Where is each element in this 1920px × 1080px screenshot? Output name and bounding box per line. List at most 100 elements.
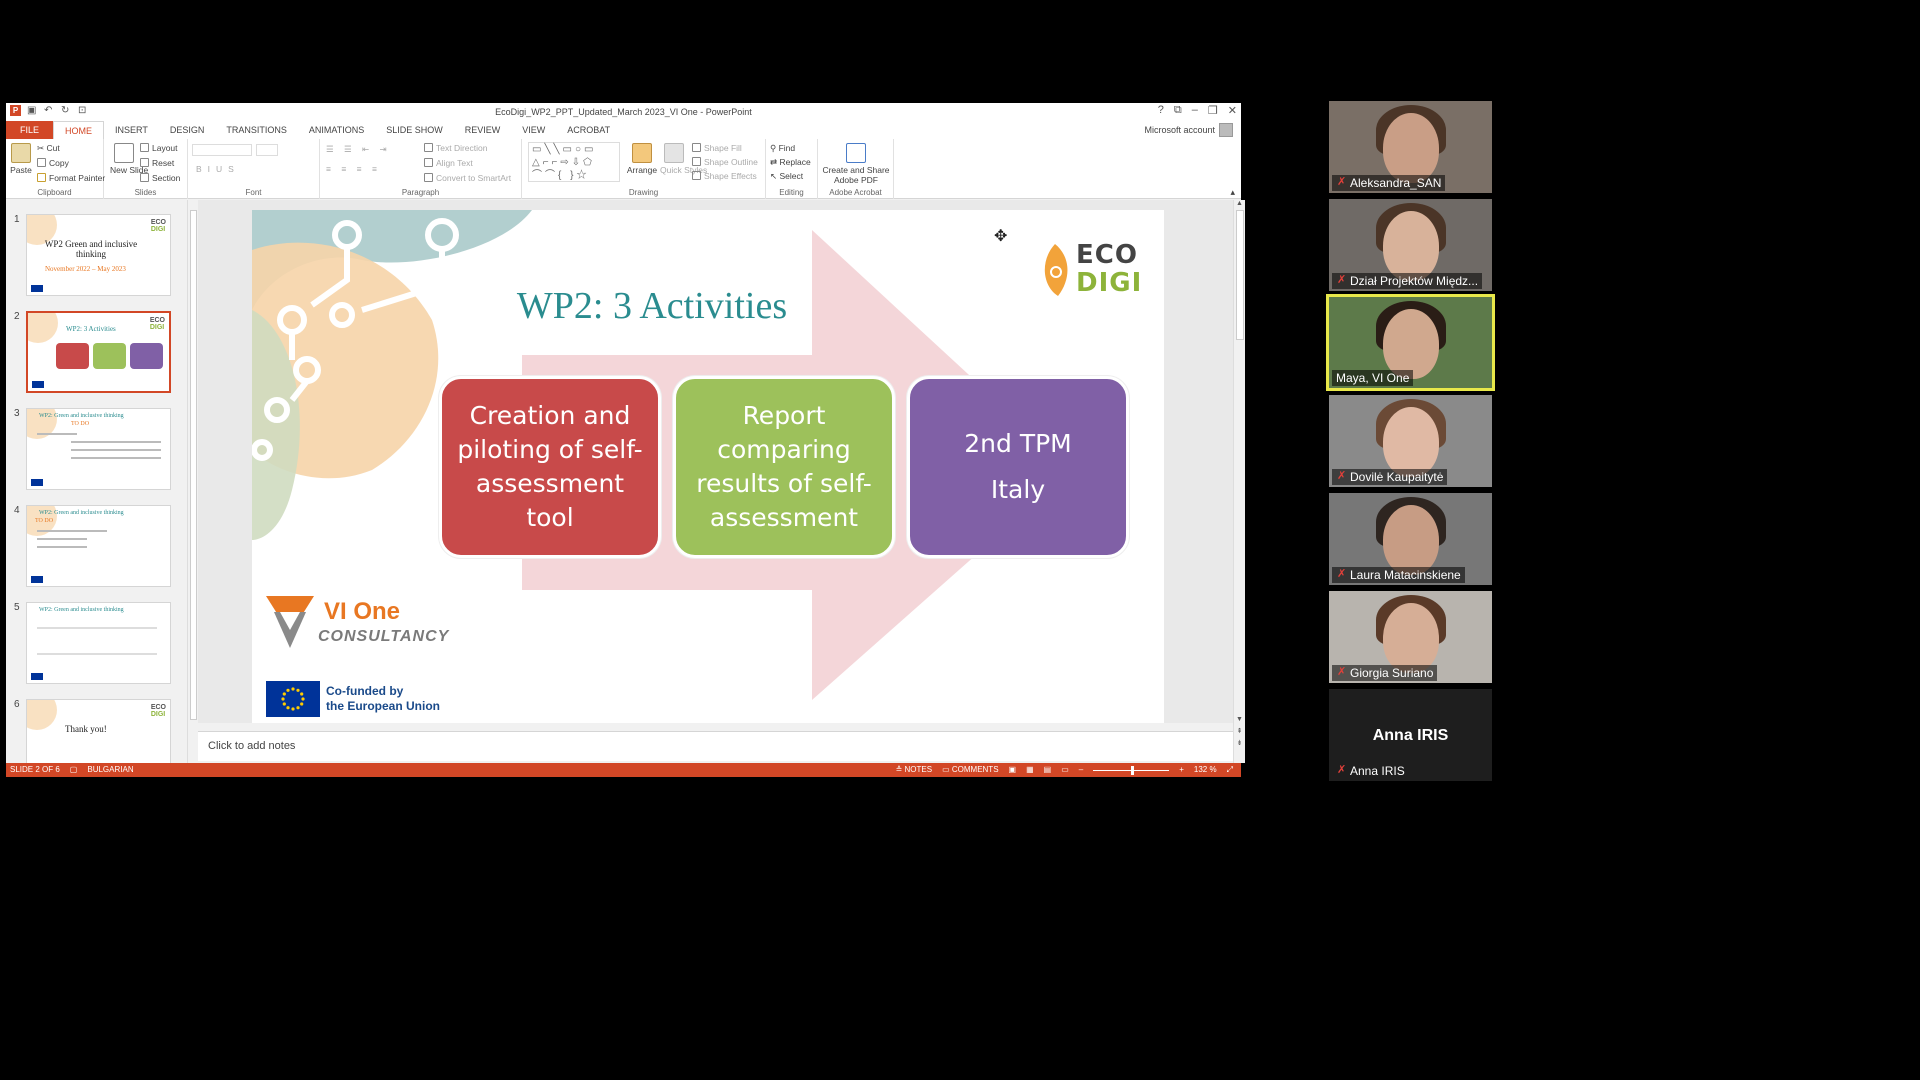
tab-animations[interactable]: ANIMATIONS [298, 121, 375, 139]
account-menu[interactable]: Microsoft account [1144, 123, 1241, 137]
align-buttons[interactable]: ≡ ≡ ≡ ≡ [326, 164, 381, 174]
reading-view-icon[interactable]: ▤ [1044, 763, 1052, 777]
shape-effects-button[interactable]: Shape Effects [692, 171, 757, 181]
account-avatar [1219, 123, 1233, 137]
shape-outline-button[interactable]: Shape Outline [692, 157, 758, 167]
tab-file[interactable]: FILE [6, 121, 54, 139]
quick-styles-button[interactable]: Quick Styles [660, 143, 707, 175]
tab-view[interactable]: VIEW [511, 121, 556, 139]
activity-box-tpm[interactable]: 2nd TPM Italy [907, 376, 1129, 558]
replace-button[interactable]: ⇄ Replace [770, 157, 811, 168]
arrange-icon [632, 143, 652, 163]
restore-icon[interactable]: ❐ [1208, 104, 1218, 117]
ribbon-display-options-icon[interactable]: ⧉ [1174, 104, 1182, 117]
tab-transitions[interactable]: TRANSITIONS [215, 121, 298, 139]
spellcheck-icon[interactable]: ▢ [70, 763, 78, 777]
normal-view-icon[interactable]: ▣ [1009, 763, 1017, 777]
zoom-in-icon[interactable]: + [1179, 763, 1184, 777]
account-label: Microsoft account [1144, 125, 1215, 135]
participant-tile[interactable]: ✗ Dovilė Kaupaitytė [1329, 395, 1492, 487]
cut-button[interactable]: ✂ Cut [37, 143, 60, 154]
muted-mic-icon: ✗ [1337, 274, 1347, 286]
create-pdf-button[interactable]: Create and Share Adobe PDF [822, 143, 890, 185]
notes-button[interactable]: ≙ NOTES [896, 763, 933, 777]
slide-thumbnail-5[interactable]: WP2: Green and inclusive thinking [26, 602, 171, 684]
select-button[interactable]: ↖ Select [770, 171, 803, 182]
scrollbar-thumb[interactable] [1236, 210, 1244, 340]
layout-button[interactable]: Layout [140, 143, 178, 153]
slide-thumbnail-6[interactable]: ECO DIGI Thank you! [26, 699, 171, 763]
tab-home[interactable]: HOME [53, 121, 105, 139]
tab-slide-show[interactable]: SLIDE SHOW [375, 121, 454, 139]
slideshow-view-icon[interactable]: ▭ [1061, 763, 1069, 777]
activity-box-report[interactable]: Report comparing results of self- assess… [673, 376, 895, 558]
participant-name-tag: ✗ Giorgia Suriano [1332, 665, 1438, 681]
participant-video-face [1382, 211, 1439, 281]
copy-button[interactable]: Copy [37, 158, 69, 168]
tab-acrobat[interactable]: ACROBAT [556, 121, 621, 139]
scroll-up-icon[interactable]: ▲ [1236, 200, 1243, 207]
tab-insert[interactable]: INSERT [104, 121, 159, 139]
align-text-button[interactable]: Align Text [424, 158, 473, 168]
zoom-out-icon[interactable]: – [1079, 763, 1083, 777]
text-direction-button[interactable]: Text Direction [424, 143, 488, 153]
find-button[interactable]: ⚲ Find [770, 143, 795, 154]
collapse-ribbon-icon[interactable]: ▴ [1230, 187, 1235, 198]
reset-button[interactable]: Reset [140, 158, 174, 168]
slide-canvas[interactable]: WP2: 3 Activities Creation and piloting … [252, 210, 1164, 723]
convert-smartart-button[interactable]: Convert to SmartArt [424, 173, 511, 183]
section-button[interactable]: Section [140, 173, 180, 183]
clipboard-group-label: Clipboard [37, 188, 72, 197]
participant-tile[interactable]: ✗ Laura Matacinskiene [1329, 493, 1492, 585]
scroll-down-icon[interactable]: ▼ [1234, 716, 1245, 723]
participant-tile[interactable]: ✗ Dział Projektów Międz... [1329, 199, 1492, 291]
zoom-slider[interactable] [1093, 765, 1170, 775]
slide-thumbnail-4[interactable]: WP2: Green and inclusive thinking TO DO [26, 505, 171, 587]
cut-label: Cut [46, 143, 60, 153]
slide-thumbnail-2[interactable]: ECO DIGI WP2: 3 Activities [26, 311, 171, 393]
bullet-buttons[interactable]: ☰ ☰ ⇤ ⇥ [326, 144, 391, 155]
slide-title[interactable]: WP2: 3 Activities [452, 284, 852, 328]
arrange-button[interactable]: Arrange [626, 143, 658, 175]
paste-button[interactable]: Paste [10, 143, 32, 175]
participant-tile[interactable]: ✗ Giorgia Suriano [1329, 591, 1492, 683]
slide-sorter-icon[interactable]: ▦ [1026, 763, 1034, 777]
font-size-select[interactable] [256, 144, 278, 156]
thumb-subtitle: November 2022 – May 2023 [45, 265, 126, 273]
eu-text-line-1: Co-funded by [326, 684, 404, 698]
activity-box-self-assessment-tool[interactable]: Creation and piloting of self- assessmen… [439, 376, 661, 558]
help-icon[interactable]: ? [1158, 104, 1164, 117]
ribbon-tabs: FILE HOME INSERT DESIGN TRANSITIONS ANIM… [6, 121, 1241, 139]
slide-scrollbar[interactable]: ▲ ▼ ⇞ ⇟ [1233, 200, 1245, 763]
tab-review[interactable]: REVIEW [454, 121, 512, 139]
participant-tile-active-speaker[interactable]: Maya, VI One [1326, 294, 1495, 391]
previous-slide-icon[interactable]: ⇞ [1234, 727, 1245, 735]
group-paragraph: ☰ ☰ ⇤ ⇥ ≡ ≡ ≡ ≡ Text Direction Align Tex… [320, 139, 522, 199]
participant-tile[interactable]: ✗ Aleksandra_SAN [1329, 101, 1492, 193]
ecodigi-leaf-icon [1044, 244, 1068, 296]
tab-design[interactable]: DESIGN [159, 121, 216, 139]
shapes-gallery[interactable]: ▭╲╲▭○▭ △⌐⌐⇨⇩⬠ ⌒⌒{ }☆ [528, 142, 620, 182]
participant-tile-video-off[interactable]: Anna IRIS ✗ Anna IRIS [1329, 689, 1492, 781]
format-painter-button[interactable]: Format Painter [37, 173, 105, 183]
zoom-slider-handle[interactable] [1131, 765, 1135, 775]
minimize-icon[interactable]: – [1192, 104, 1198, 117]
next-slide-icon[interactable]: ⇟ [1234, 739, 1245, 747]
font-name-select[interactable] [192, 144, 252, 156]
close-icon[interactable]: ✕ [1228, 104, 1237, 117]
thumbnails-scrollbar[interactable] [187, 200, 198, 763]
language-indicator[interactable]: BULGARIAN [87, 763, 133, 777]
scrollbar-thumb[interactable] [190, 210, 197, 720]
shape-fill-button[interactable]: Shape Fill [692, 143, 742, 153]
slide-thumbnail-1[interactable]: ECO DIGI WP2 Green and inclusive thinking… [26, 214, 171, 296]
new-slide-button[interactable]: New Slide [110, 143, 148, 175]
box-line: results of self- [696, 469, 872, 498]
thumb-timeline [37, 627, 157, 629]
muted-mic-icon: ✗ [1337, 470, 1347, 482]
comments-button[interactable]: ▭ COMMENTS [942, 763, 998, 777]
notes-pane[interactable]: Click to add notes [198, 731, 1233, 761]
zoom-level[interactable]: 132 % [1194, 763, 1217, 777]
slide-thumbnail-3[interactable]: WP2: Green and inclusive thinking TO DO [26, 408, 171, 490]
fit-to-window-icon[interactable]: ⤢ [1227, 763, 1233, 777]
font-format-buttons[interactable]: BIUS [196, 164, 240, 174]
